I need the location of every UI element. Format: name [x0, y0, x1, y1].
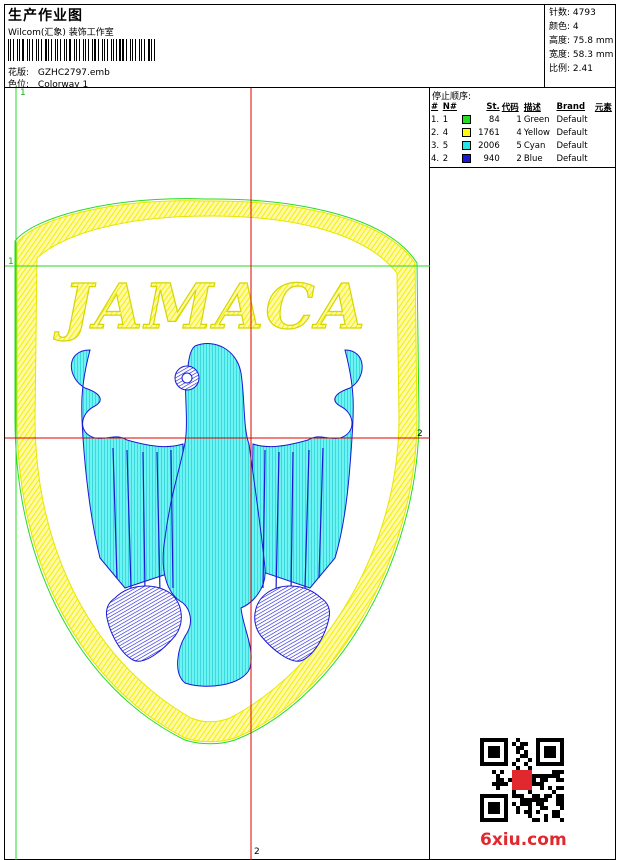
sequence-divider	[430, 167, 615, 168]
marker-right-2: 2	[417, 429, 423, 439]
table-row[interactable]: 1. 1 84 1 Green Default	[430, 113, 616, 126]
watermark-logo: 6xiu.com	[480, 830, 567, 850]
stat-colors: 颜色: 4	[549, 22, 579, 32]
sequence-header-row: # N# St. 代码 描述 Brand 元素	[431, 101, 612, 113]
company-name: Wilcom(汇象) 装饰工作室	[8, 28, 114, 38]
header-panel: 生产作业图 Wilcom(汇象) 装饰工作室 花版: GZHC2797.emb …	[4, 4, 617, 90]
eagle-eye	[181, 372, 193, 384]
color-swatch	[461, 140, 471, 150]
marker-left-1: 1	[8, 257, 14, 267]
stat-stitches: 针数: 4793	[549, 8, 596, 18]
color-swatch	[461, 153, 471, 163]
design-canvas[interactable]: JAMACA 1 1 2 2	[4, 88, 431, 860]
shield-lettering: JAMACA	[53, 270, 367, 343]
stats-panel: 针数: 4793 颜色: 4 高度: 75.8 mm 宽度: 58.3 mm 比…	[546, 5, 617, 89]
page-title: 生产作业图	[8, 8, 83, 24]
sequence-table: # N# St. 代码 描述 Brand 元素 1. 1 84 1 Green …	[430, 100, 616, 165]
embroidery-preview: JAMACA	[5, 88, 431, 860]
table-row[interactable]: 3. 5 2006 5 Cyan Default	[430, 139, 616, 152]
barcode	[8, 39, 158, 61]
stat-height: 高度: 75.8 mm	[549, 36, 614, 46]
sequence-panel: 停止顺序: # N# St. 代码 描述 Brand 元素 1. 1 84 1 …	[430, 88, 616, 860]
marker-bottom-2: 2	[254, 847, 260, 857]
stat-scale: 比例: 2.41	[549, 64, 593, 74]
color-swatch	[461, 127, 471, 137]
table-row[interactable]: 4. 2 940 2 Blue Default	[430, 152, 616, 165]
table-row[interactable]: 2. 4 1761 4 Yellow Default	[430, 126, 616, 139]
qr-code-image	[480, 738, 564, 822]
marker-top-1: 1	[20, 88, 26, 98]
stat-width: 宽度: 58.3 mm	[549, 50, 614, 60]
color-swatch	[461, 114, 471, 124]
header-info: 生产作业图 Wilcom(汇象) 装饰工作室 花版: GZHC2797.emb …	[5, 5, 545, 90]
qr-code[interactable]	[480, 738, 564, 822]
